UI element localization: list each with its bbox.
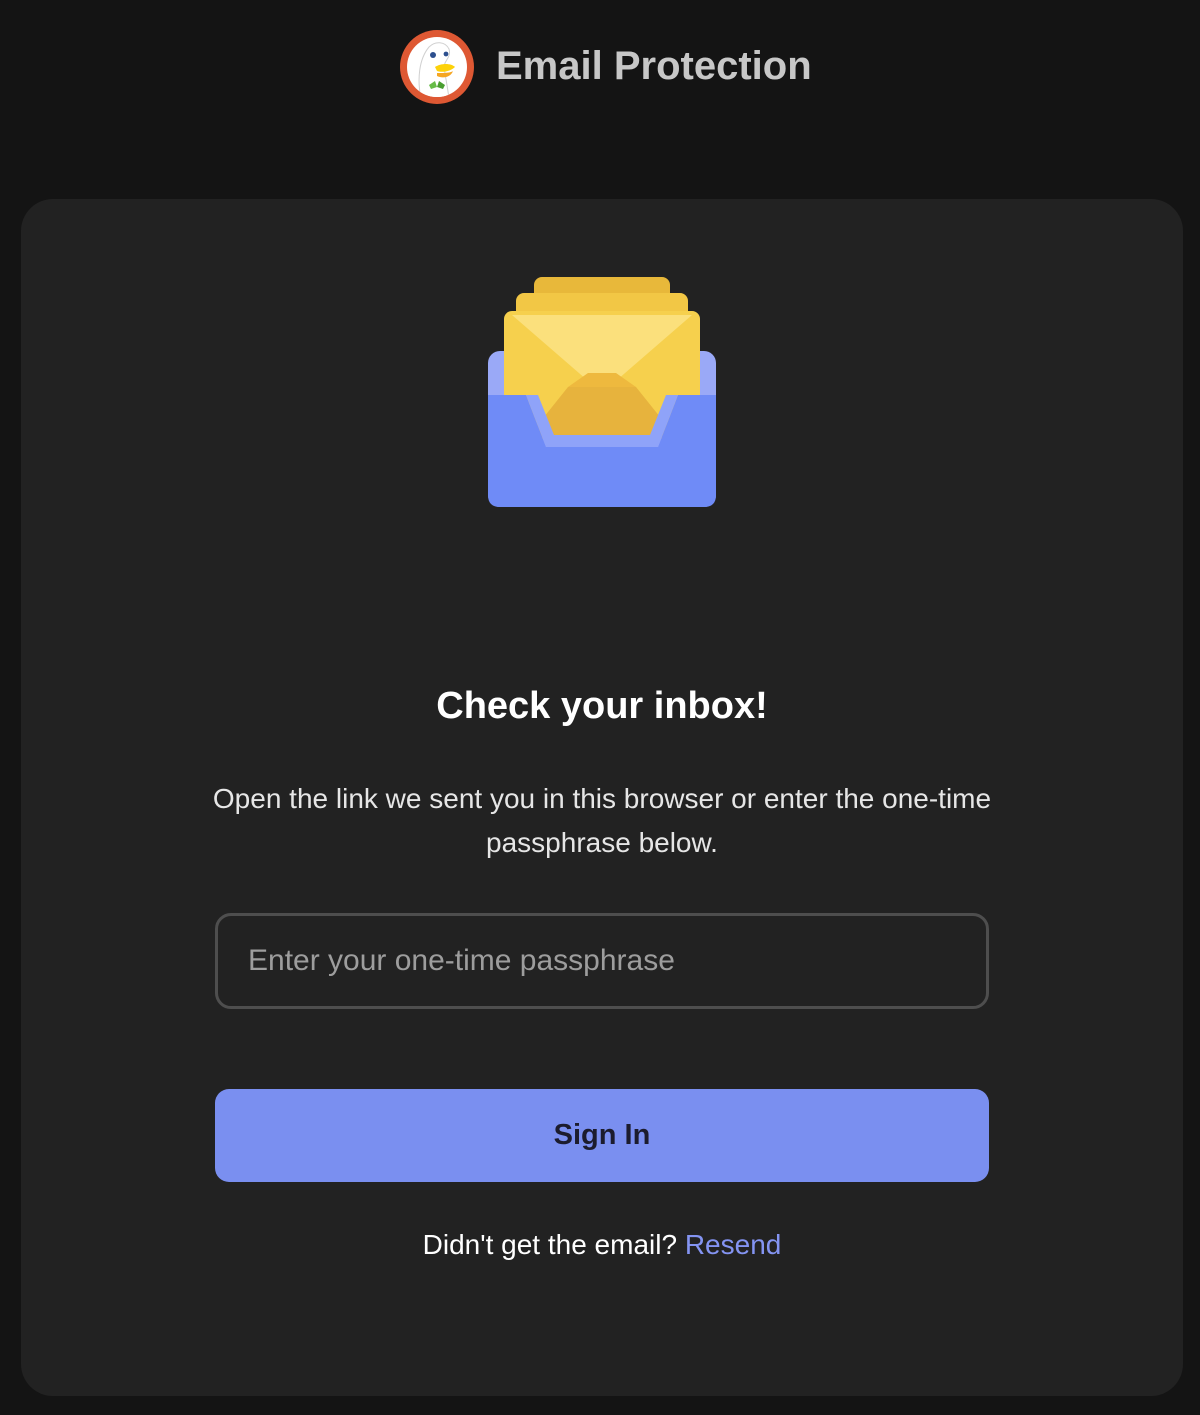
card-description: Open the link we sent you in this browse… (212, 783, 992, 858)
resend-link[interactable]: Resend (685, 1229, 782, 1260)
resend-row: Didn't get the email? Resend (21, 1225, 1183, 1265)
duckduckgo-logo-icon[interactable] (399, 29, 475, 105)
inbox-envelopes-icon (488, 277, 716, 509)
page-header: Email Protection (0, 0, 1200, 134)
app-title: Email Protection (496, 44, 812, 88)
passphrase-input[interactable] (215, 913, 989, 1009)
sign-in-button[interactable]: Sign In (215, 1089, 989, 1182)
resend-prompt: Didn't get the email? (422, 1229, 678, 1260)
card-title: Check your inbox! (436, 685, 768, 727)
sign-in-card: Check your inbox! Open the link we sent … (21, 199, 1183, 1396)
